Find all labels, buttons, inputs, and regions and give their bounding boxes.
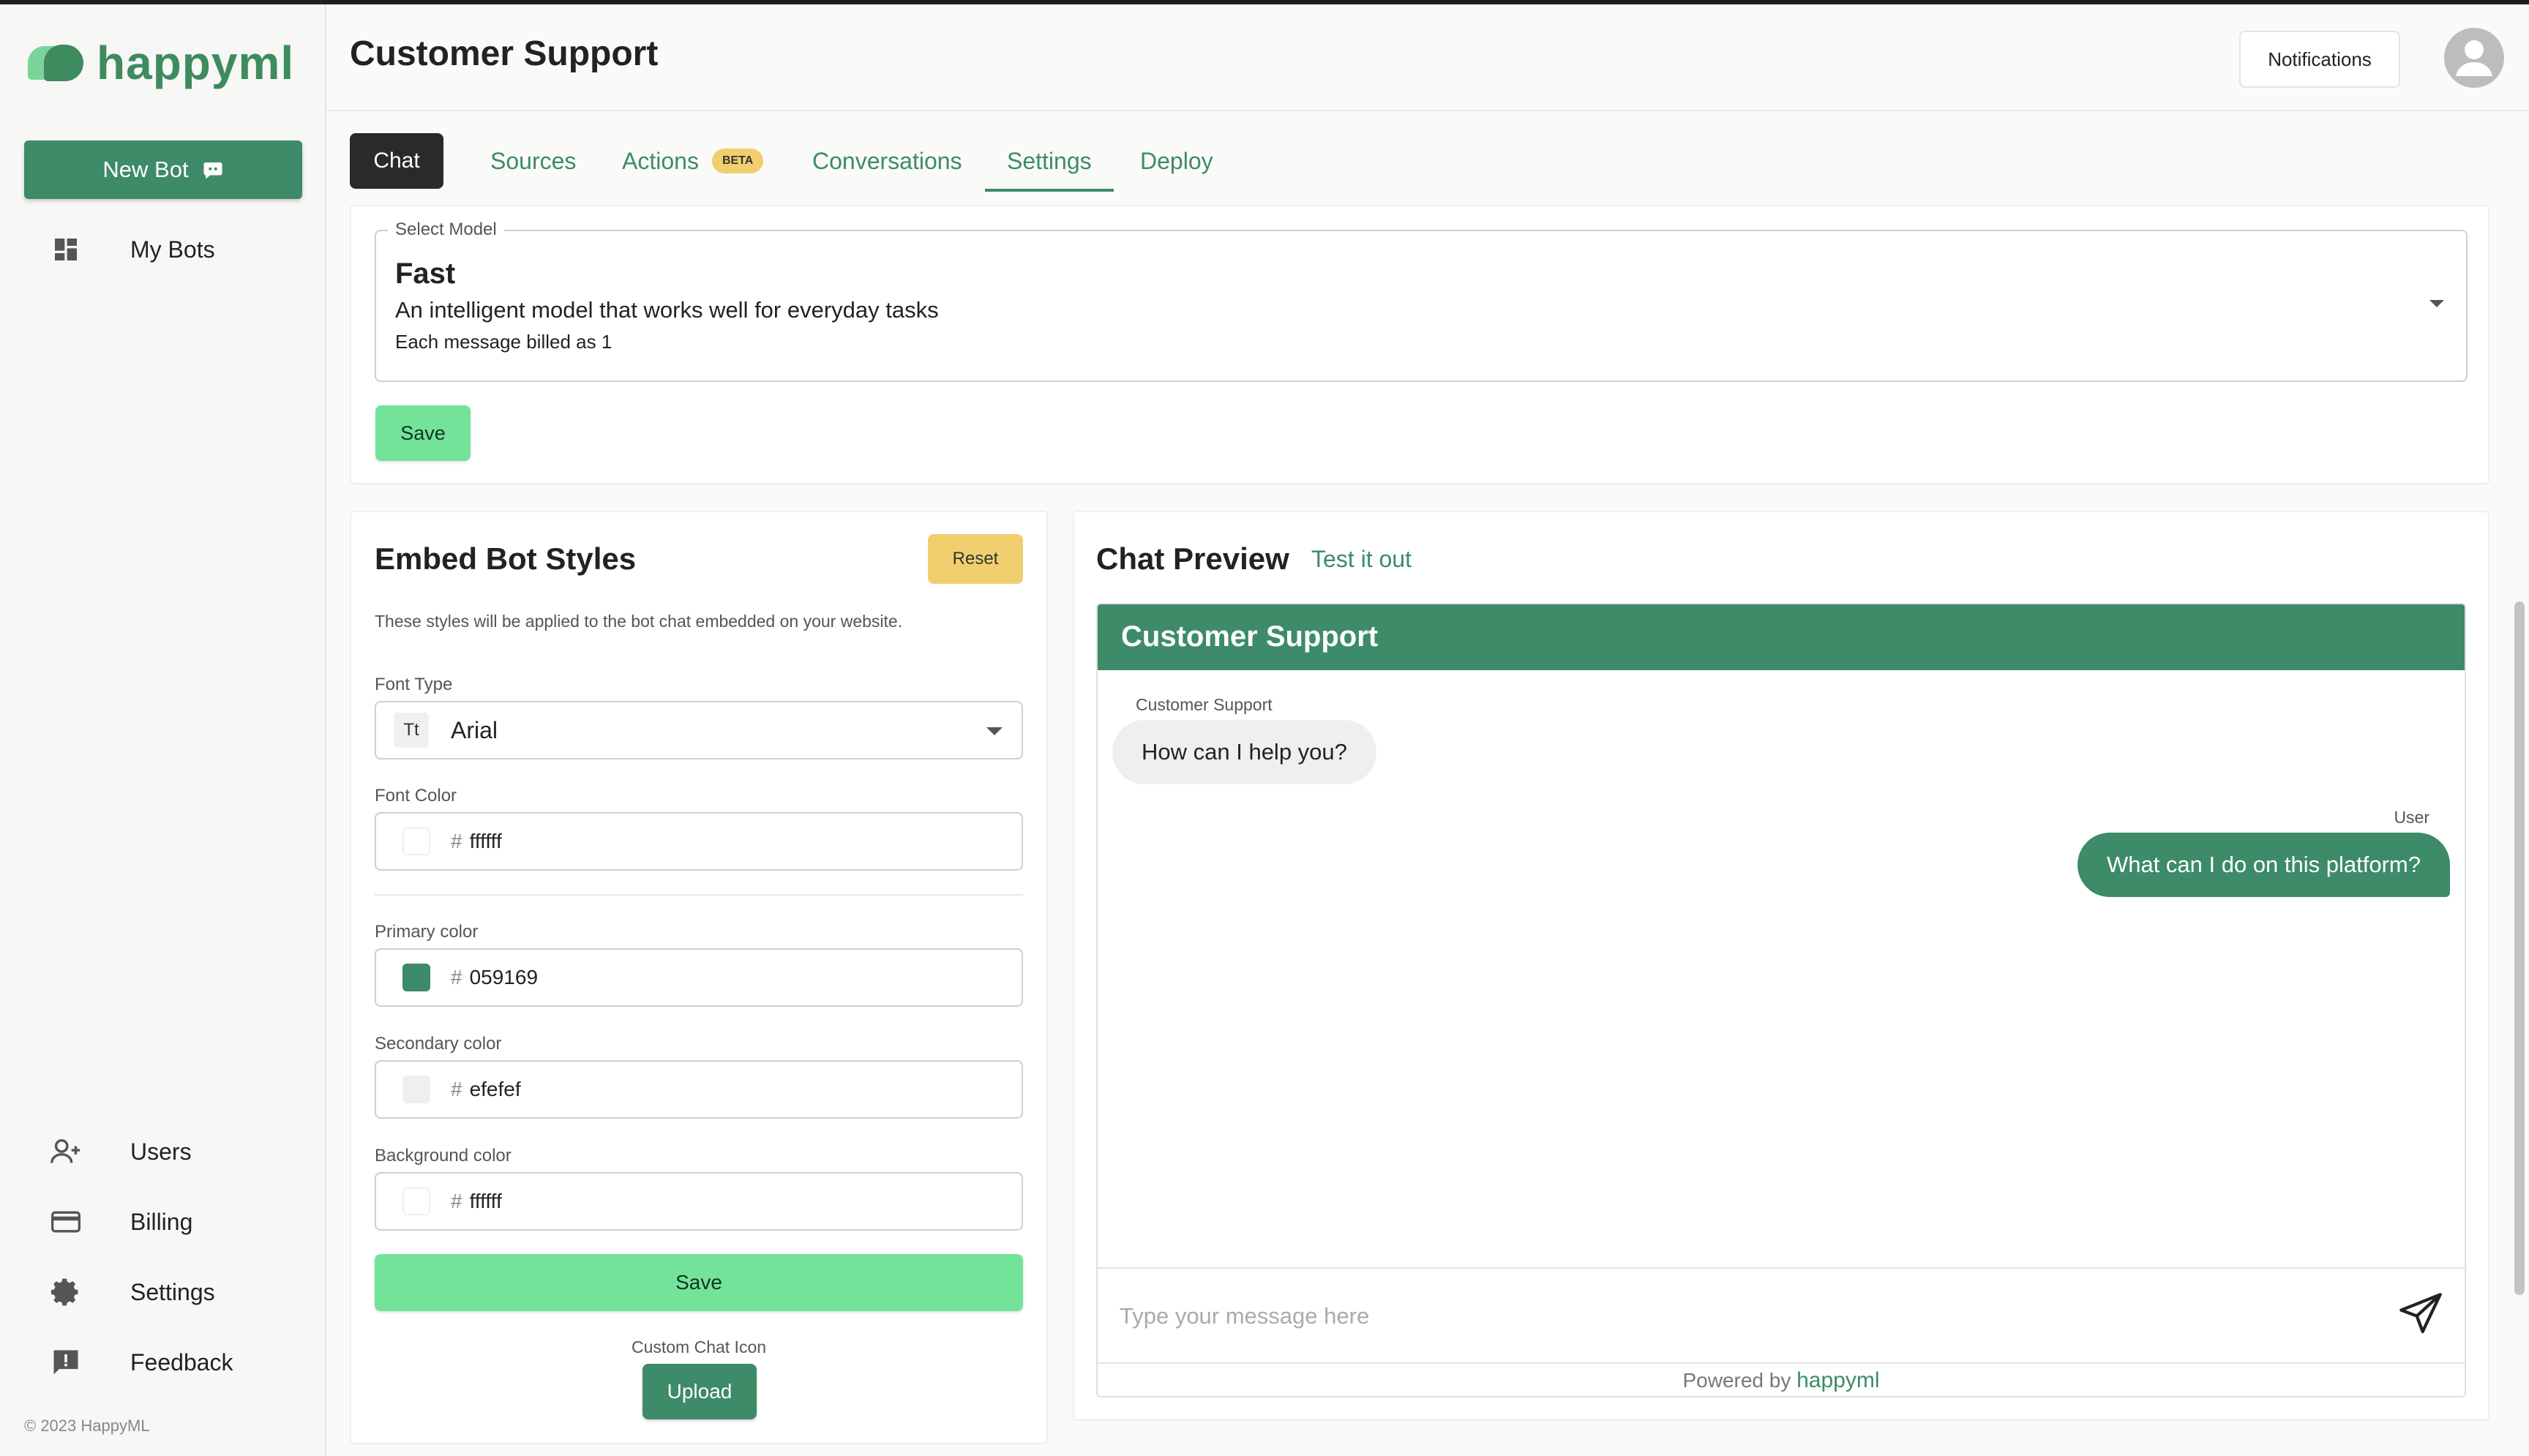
sidebar-item-users[interactable]: Users <box>44 1126 192 1177</box>
primary-color-field[interactable]: # 059169 <box>375 948 1023 1007</box>
logo[interactable]: happyml <box>28 34 294 92</box>
new-bot-button[interactable]: New Bot <box>24 140 302 199</box>
bot-message-bubble: How can I help you? <box>1112 720 1376 784</box>
tab-actions[interactable]: Actions BETA <box>622 133 764 189</box>
divider <box>375 894 1023 896</box>
sidebar-item-label: Feedback <box>130 1348 233 1376</box>
beta-badge: BETA <box>711 149 764 173</box>
custom-chat-icon-label: Custom Chat Icon <box>631 1337 767 1356</box>
add-user-icon <box>44 1130 88 1174</box>
sidebar-item-my-bots[interactable]: My Bots <box>44 224 215 275</box>
copyright: © 2023 HappyML <box>24 1416 150 1435</box>
primary-color-value: 059169 <box>469 966 539 988</box>
save-styles-button[interactable]: Save <box>375 1254 1023 1311</box>
background-color-field[interactable]: # ffffff <box>375 1172 1023 1231</box>
chat-header: Customer Support <box>1098 604 2465 670</box>
sidebar-item-label: Users <box>130 1138 192 1165</box>
background-color-label: Background color <box>375 1146 512 1166</box>
notifications-button[interactable]: Notifications <box>2239 31 2400 88</box>
hash-prefix: # <box>451 830 462 852</box>
secondary-color-swatch[interactable] <box>402 1076 430 1103</box>
font-color-label: Font Color <box>375 786 457 806</box>
gear-icon <box>44 1270 88 1314</box>
save-model-button[interactable]: Save <box>375 405 471 461</box>
powered-by-brand[interactable]: happyml <box>1796 1368 1879 1392</box>
embed-styles-title: Embed Bot Styles <box>375 541 637 576</box>
background-color-value: ffffff <box>469 1190 502 1212</box>
sidebar-item-label: Settings <box>130 1278 215 1305</box>
credit-card-icon <box>44 1200 88 1244</box>
tab-chat[interactable]: Chat <box>350 133 443 189</box>
avatar[interactable] <box>2444 28 2504 88</box>
test-it-out-link[interactable]: Test it out <box>1311 546 1412 573</box>
new-bot-label: New Bot <box>102 157 189 182</box>
tab-deploy[interactable]: Deploy <box>1140 133 1213 189</box>
secondary-color-field[interactable]: # efefef <box>375 1060 1023 1119</box>
scrollbar-thumb[interactable] <box>2514 601 2525 1295</box>
primary-color-swatch[interactable] <box>402 964 430 991</box>
font-type-icon: Tt <box>394 713 429 748</box>
tab-bar: Chat Sources Actions BETA Conversations … <box>350 133 1228 192</box>
secondary-color-value: efefef <box>469 1078 521 1100</box>
hash-prefix: # <box>451 966 462 988</box>
font-color-value: ffffff <box>469 830 502 852</box>
model-billing: Each message billed as 1 <box>395 331 612 353</box>
font-color-swatch[interactable] <box>402 828 430 855</box>
bot-icon <box>203 162 222 179</box>
sidebar-item-label: Billing <box>130 1208 193 1235</box>
powered-by: Powered by happyml <box>1098 1362 2465 1396</box>
sidebar-item-feedback[interactable]: Feedback <box>44 1337 233 1388</box>
send-icon[interactable] <box>2397 1291 2444 1337</box>
logo-bubble-icon <box>28 43 83 83</box>
user-sender-name: User <box>2394 808 2429 827</box>
dashboard-icon <box>44 228 88 271</box>
feedback-icon <box>44 1340 88 1384</box>
chat-window: Customer Support Customer Support How ca… <box>1096 603 2466 1397</box>
chevron-down-icon <box>986 727 1003 735</box>
secondary-color-label: Secondary color <box>375 1034 502 1054</box>
hash-prefix: # <box>451 1190 462 1212</box>
font-type-label: Font Type <box>375 675 453 694</box>
tab-sources[interactable]: Sources <box>490 133 576 189</box>
tab-actions-label: Actions <box>622 147 699 174</box>
background-color-swatch[interactable] <box>402 1187 430 1215</box>
chat-message-input[interactable] <box>1120 1291 2320 1342</box>
chevron-down-icon[interactable] <box>2429 300 2444 307</box>
logo-text: happyml <box>97 37 295 89</box>
hash-prefix: # <box>451 1078 462 1100</box>
upload-button[interactable]: Upload <box>642 1364 757 1419</box>
sidebar-item-billing[interactable]: Billing <box>44 1196 192 1247</box>
bot-sender-name: Customer Support <box>1136 695 1273 714</box>
sidebar-item-label: My Bots <box>130 236 215 263</box>
reset-button[interactable]: Reset <box>928 534 1023 584</box>
user-avatar-icon <box>2456 40 2492 76</box>
font-type-select[interactable]: Tt Arial <box>375 701 1023 759</box>
tab-conversations[interactable]: Conversations <box>812 133 962 189</box>
top-header: Customer Support Notifications <box>326 4 2529 111</box>
powered-by-label: Powered by <box>1682 1369 1791 1392</box>
primary-color-label: Primary color <box>375 922 479 942</box>
chat-input-area <box>1098 1267 2465 1362</box>
chat-header-title: Customer Support <box>1121 620 1379 653</box>
tab-settings[interactable]: Settings <box>985 133 1114 192</box>
model-name: Fast <box>395 258 456 290</box>
chat-preview-title: Chat Preview <box>1096 541 1289 576</box>
user-message-bubble: What can I do on this platform? <box>2077 833 2450 897</box>
embed-styles-description: These styles will be applied to the bot … <box>375 612 903 631</box>
font-color-field[interactable]: # ffffff <box>375 812 1023 871</box>
sidebar-item-settings[interactable]: Settings <box>44 1267 215 1318</box>
model-description: An intelligent model that works well for… <box>395 297 939 323</box>
page-title: Customer Support <box>350 34 659 73</box>
select-model-label: Select Model <box>388 219 504 240</box>
font-type-value: Arial <box>451 716 498 743</box>
